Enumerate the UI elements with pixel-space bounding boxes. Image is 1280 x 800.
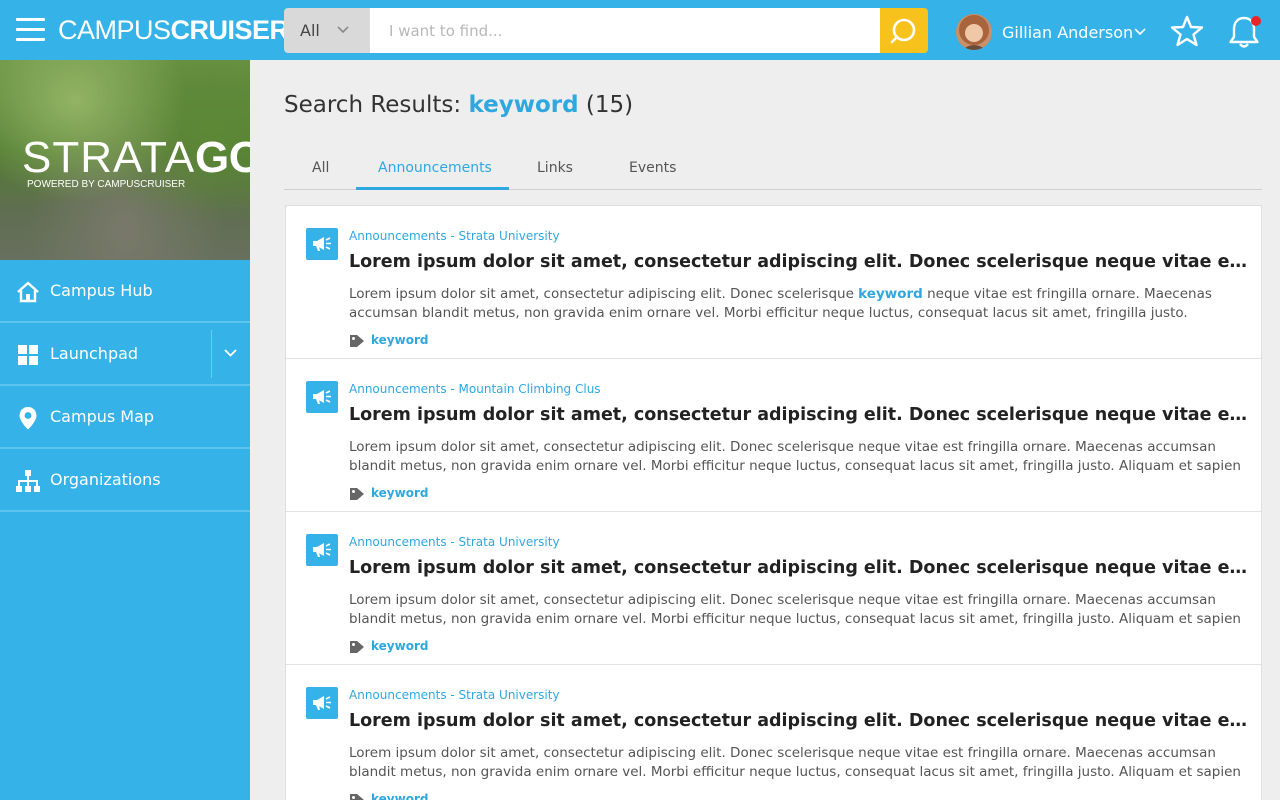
stratago-tagline: POWERED BY CAMPUSCRUISER — [27, 179, 186, 190]
announcement-badge — [306, 687, 338, 719]
menu-icon[interactable] — [16, 18, 45, 42]
search-button[interactable] — [880, 8, 928, 53]
result-source-link[interactable]: Announcements - Strata University — [349, 229, 560, 243]
sidebar-item-campus-hub[interactable]: Campus Hub — [0, 260, 250, 323]
tag-icon — [350, 335, 364, 347]
top-bar: CAMPUSCRUISER All Gillian Anderson — [0, 0, 1280, 60]
avatar — [956, 14, 992, 50]
sidebar-item-label: Organizations — [50, 470, 161, 489]
search-input[interactable] — [370, 8, 881, 53]
tab-all[interactable]: All — [312, 160, 329, 176]
active-tab-indicator — [356, 187, 509, 190]
sidebar-item-label: Launchpad — [50, 344, 139, 363]
brand-logo[interactable]: CAMPUSCRUISER — [58, 14, 289, 46]
announcement-badge — [306, 534, 338, 566]
sidebar-hero-banner: STRATAGO POWERED BY CAMPUSCRUISER — [0, 60, 250, 260]
result-title-link[interactable]: Lorem ipsum dolor sit amet, consectetur … — [349, 711, 1249, 731]
chevron-down-icon — [337, 26, 349, 34]
results-list: Announcements - Strata University Lorem … — [285, 205, 1262, 800]
map-pin-icon — [19, 407, 37, 430]
announcement-badge — [306, 228, 338, 260]
sidebar-nav: Campus Hub Launchpad Campus Map Organiza… — [0, 260, 250, 512]
sidebar-item-label: Campus Map — [50, 407, 155, 426]
results-keyword: keyword — [468, 92, 579, 118]
search-scope-select[interactable]: All — [284, 8, 370, 53]
list-item[interactable]: Announcements - Strata University Lorem … — [286, 512, 1261, 665]
result-title-link[interactable]: Lorem ipsum dolor sit amet, consectetur … — [349, 405, 1249, 425]
search-icon — [890, 18, 916, 44]
chevron-down-icon — [224, 349, 237, 357]
result-snippet: Lorem ipsum dolor sit amet, consectetur … — [349, 285, 1244, 323]
stratago-logo: STRATAGO — [22, 134, 250, 182]
notification-badge — [1251, 16, 1261, 26]
results-count: (15) — [585, 92, 634, 118]
result-snippet: Lorem ipsum dolor sit amet, consectetur … — [349, 592, 1241, 627]
home-icon — [17, 281, 39, 303]
result-source-link[interactable]: Announcements - Strata University — [349, 688, 560, 702]
megaphone-icon — [313, 390, 331, 404]
megaphone-icon — [313, 696, 331, 710]
announcement-badge — [306, 381, 338, 413]
result-tabs: All Announcements Links Events — [284, 154, 1262, 190]
result-snippet-highlight: keyword — [858, 286, 923, 302]
sidebar-item-organizations[interactable]: Organizations — [0, 449, 250, 512]
brand-logo-part1: CAMPUS — [58, 15, 171, 45]
list-item[interactable]: Announcements - Mountain Climbing Clus L… — [286, 359, 1261, 512]
result-snippet-text: Lorem ipsum dolor sit amet, consectetur … — [349, 286, 859, 302]
star-icon[interactable] — [1170, 14, 1204, 48]
result-source-link[interactable]: Announcements - Strata University — [349, 535, 560, 549]
main-content: Search Results: keyword (15) All Announc… — [250, 60, 1280, 800]
list-item[interactable]: Announcements - Strata University Lorem … — [286, 206, 1261, 359]
page-title: Search Results: keyword (15) — [284, 92, 633, 118]
brand-logo-part2: CRUISER — [170, 15, 290, 45]
results-prefix: Search Results: — [284, 92, 469, 118]
result-snippet: Lorem ipsum dolor sit amet, consectetur … — [349, 439, 1241, 474]
tag-icon — [350, 641, 364, 653]
tag-icon — [350, 488, 364, 500]
megaphone-icon — [313, 543, 331, 557]
result-tag-link[interactable]: keyword — [371, 792, 428, 800]
org-chart-icon — [16, 470, 40, 492]
sidebar: STRATAGO POWERED BY CAMPUSCRUISER Campus… — [0, 60, 250, 800]
result-tag-link[interactable]: keyword — [371, 333, 428, 347]
result-tag-link[interactable]: keyword — [371, 486, 428, 500]
sidebar-item-campus-map[interactable]: Campus Map — [0, 386, 250, 449]
result-title-link[interactable]: Lorem ipsum dolor sit amet, consectetur … — [349, 252, 1249, 272]
stratago-logo-part1: STRATA — [22, 133, 196, 182]
result-title-link[interactable]: Lorem ipsum dolor sit amet, consectetur … — [349, 558, 1249, 578]
launchpad-expand-button[interactable] — [212, 323, 250, 384]
chevron-down-icon — [1134, 28, 1146, 36]
megaphone-icon — [313, 237, 331, 251]
tab-events[interactable]: Events — [629, 160, 676, 176]
result-source-link[interactable]: Announcements - Mountain Climbing Clus — [349, 382, 601, 396]
sidebar-item-label: Campus Hub — [50, 281, 153, 300]
result-tag-link[interactable]: keyword — [371, 639, 428, 653]
grid-icon — [18, 345, 38, 365]
tab-links[interactable]: Links — [537, 160, 573, 176]
user-name: Gillian Anderson — [1002, 23, 1134, 42]
tab-announcements[interactable]: Announcements — [378, 160, 492, 176]
list-item[interactable]: Announcements - Strata University Lorem … — [286, 665, 1261, 800]
result-snippet: Lorem ipsum dolor sit amet, consectetur … — [349, 745, 1241, 780]
tag-icon — [350, 794, 364, 800]
search-scope-value: All — [300, 21, 320, 40]
stratago-logo-part2: GO — [195, 133, 250, 182]
sidebar-item-launchpad[interactable]: Launchpad — [0, 323, 250, 386]
